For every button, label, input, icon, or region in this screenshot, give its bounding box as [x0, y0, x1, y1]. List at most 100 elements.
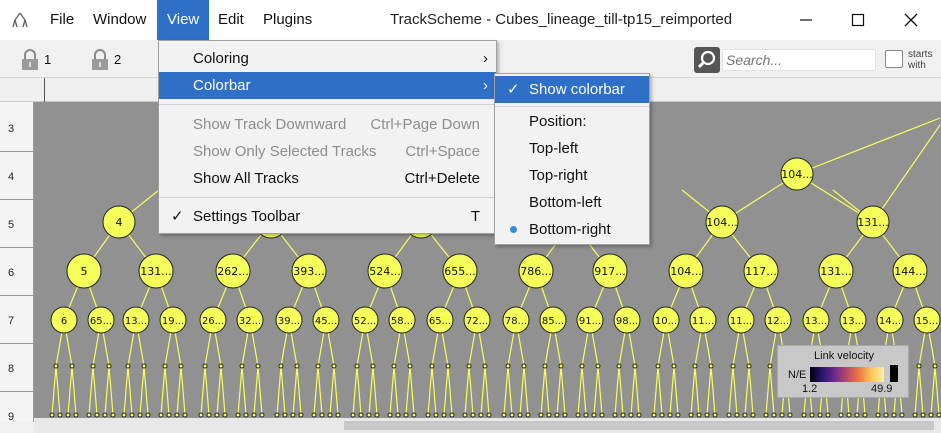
spot-node[interactable] [708, 363, 714, 369]
spot-node[interactable] [505, 363, 511, 369]
spot-node[interactable] [883, 412, 889, 418]
menu-item-show-colorbar[interactable]: ✓ Show colorbar [495, 76, 649, 103]
spot-node[interactable] [162, 363, 168, 369]
spot-node[interactable] [202, 363, 208, 369]
maximize-icon[interactable] [845, 8, 871, 32]
spot-node[interactable] [651, 412, 657, 418]
spot-node[interactable] [742, 412, 748, 418]
spot-node[interactable] [862, 412, 868, 418]
spot-node[interactable] [129, 412, 135, 418]
spot-node[interactable] [750, 412, 756, 418]
spot-node[interactable] [579, 363, 585, 369]
spot-node[interactable] [692, 363, 698, 369]
spot-node[interactable] [809, 412, 815, 418]
spot-node[interactable] [546, 412, 552, 418]
spot-node[interactable] [854, 412, 860, 418]
spot-node[interactable] [259, 412, 265, 418]
spot-node[interactable] [198, 412, 204, 418]
spot-node[interactable] [311, 412, 317, 418]
spot-node[interactable] [335, 412, 341, 418]
spot-node[interactable] [65, 412, 71, 418]
spot-node[interactable] [73, 412, 79, 418]
spot-node[interactable] [94, 412, 100, 418]
spot-node[interactable] [746, 363, 752, 369]
spot-node[interactable] [538, 412, 544, 418]
spot-node[interactable] [521, 363, 527, 369]
menu-item-show-all-tracks[interactable]: Show All Tracks Ctrl+Delete [159, 165, 496, 192]
spot-node[interactable] [387, 412, 393, 418]
spot-node[interactable] [350, 412, 356, 418]
scrollbar-thumb[interactable] [344, 421, 934, 430]
spot-node[interactable] [916, 363, 922, 369]
spot-node[interactable] [274, 412, 280, 418]
spot-node[interactable] [331, 363, 337, 369]
spot-node[interactable] [767, 363, 773, 369]
spot-node[interactable] [315, 363, 321, 369]
spot-node[interactable] [771, 412, 777, 418]
menu-item-settings-toolbar[interactable]: ✓ Settings Toolbar T [159, 203, 496, 230]
spot-node[interactable] [462, 412, 468, 418]
spot-node[interactable] [358, 412, 364, 418]
spot-node[interactable] [787, 412, 793, 418]
menu-item-colorbar[interactable]: Colorbar › [159, 72, 496, 99]
spot-node[interactable] [655, 363, 661, 369]
spot-node[interactable] [846, 412, 852, 418]
spot-node[interactable] [482, 363, 488, 369]
spot-node[interactable] [636, 412, 642, 418]
lock-1-button[interactable]: 1 [20, 49, 60, 71]
spot-node[interactable] [294, 363, 300, 369]
spot-node[interactable] [517, 412, 523, 418]
spot-node[interactable] [554, 412, 560, 418]
spot-node[interactable] [449, 412, 455, 418]
spot-node[interactable] [920, 412, 926, 418]
spot-node[interactable] [429, 363, 435, 369]
spot-node[interactable] [612, 412, 618, 418]
spot-node[interactable] [912, 412, 918, 418]
spot-node[interactable] [174, 412, 180, 418]
minimize-icon[interactable] [793, 8, 819, 32]
spot-node[interactable] [616, 363, 622, 369]
menu-item-show-track-downward[interactable]: Show Track Downward Ctrl+Page Down [159, 111, 496, 138]
spot-node[interactable] [214, 412, 220, 418]
spot-node[interactable] [178, 363, 184, 369]
spot-node[interactable] [433, 412, 439, 418]
starts-with-checkbox[interactable] [885, 50, 903, 68]
spot-node[interactable] [558, 363, 564, 369]
spot-node[interactable] [235, 412, 241, 418]
spot-node[interactable] [583, 412, 589, 418]
spot-node[interactable] [928, 412, 934, 418]
spot-node[interactable] [158, 412, 164, 418]
menu-window[interactable]: Window [83, 0, 156, 40]
spot-node[interactable] [509, 412, 515, 418]
spot-node[interactable] [825, 412, 831, 418]
spot-node[interactable] [69, 363, 75, 369]
spot-node[interactable] [90, 363, 96, 369]
menu-item-top-left[interactable]: Top-left [495, 135, 649, 162]
search-button[interactable] [694, 47, 720, 73]
spot-node[interactable] [875, 412, 881, 418]
spot-node[interactable] [411, 412, 417, 418]
spot-node[interactable] [298, 412, 304, 418]
search-input[interactable] [722, 49, 876, 71]
spot-node[interactable] [441, 412, 447, 418]
spot-node[interactable] [591, 412, 597, 418]
spot-node[interactable] [899, 412, 905, 418]
spot-node[interactable] [53, 363, 59, 369]
lock-2-button[interactable]: 2 [90, 49, 130, 71]
spot-node[interactable] [667, 412, 673, 418]
spot-node[interactable] [141, 363, 147, 369]
menu-item-show-only-selected-tracks[interactable]: Show Only Selected Tracks Ctrl+Space [159, 138, 496, 165]
spot-node[interactable] [542, 363, 548, 369]
spot-node[interactable] [628, 412, 634, 418]
spot-node[interactable] [891, 412, 897, 418]
spot-node[interactable] [671, 363, 677, 369]
spot-node[interactable] [106, 363, 112, 369]
spot-node[interactable] [525, 412, 531, 418]
spot-node[interactable] [374, 412, 380, 418]
spot-node[interactable] [936, 412, 941, 418]
spot-node[interactable] [470, 412, 476, 418]
spot-node[interactable] [675, 412, 681, 418]
spot-node[interactable] [206, 412, 212, 418]
spot-node[interactable] [712, 412, 718, 418]
spot-node[interactable] [278, 363, 284, 369]
